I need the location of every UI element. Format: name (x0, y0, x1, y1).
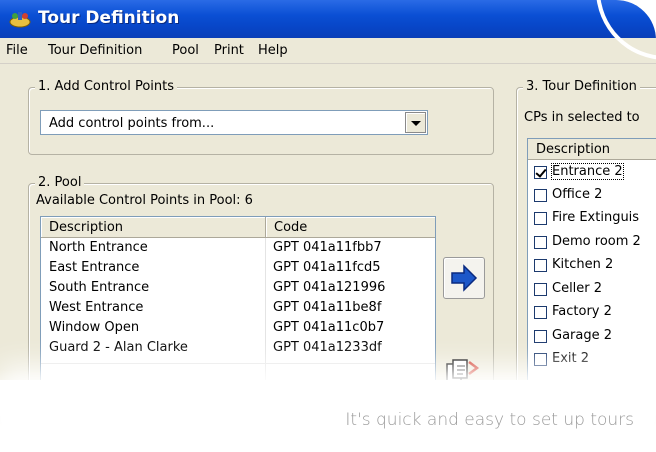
table-row[interactable]: Window Open GPT 041a11c0b7 (41, 319, 435, 336)
tour-app-icon (9, 12, 31, 28)
row-description: South Entrance (49, 280, 150, 295)
list-item[interactable]: Factory 2 (534, 303, 656, 325)
caption-text: It's quick and easy to set up tours (345, 410, 634, 430)
table-row[interactable]: West Entrance GPT 041a11be8f (41, 299, 435, 316)
checkbox[interactable] (534, 236, 547, 249)
checkbox[interactable] (534, 166, 547, 179)
row-code: GPT 041a11fbb7 (273, 240, 382, 255)
title-bar[interactable]: Tour Definition (0, 0, 656, 38)
grid-line (41, 363, 435, 364)
tour-definition-title: 3. Tour Definition (523, 79, 640, 94)
list-item-label: Exit 2 (552, 351, 590, 366)
list-item[interactable]: Garage 2 (534, 327, 656, 349)
menu-print[interactable]: Print (214, 43, 244, 58)
list-item[interactable]: Exit 2 (534, 350, 656, 372)
row-code: GPT 041a121996 (273, 280, 386, 295)
checkbox[interactable] (534, 259, 547, 272)
row-code: GPT 041a11be8f (273, 300, 382, 315)
window-title: Tour Definition (38, 8, 180, 28)
row-description: East Entrance (49, 260, 140, 275)
row-description: Window Open (49, 320, 140, 335)
available-count-label: Available Control Points in Pool: 6 (36, 193, 253, 208)
list-item[interactable]: Entrance 2 (534, 163, 656, 185)
table-row[interactable]: South Entrance GPT 041a121996 (41, 279, 435, 296)
table-row[interactable]: East Entrance GPT 041a11fcd5 (41, 259, 435, 276)
list-item[interactable]: Kitchen 2 (534, 256, 656, 278)
list-item[interactable]: Demo room 2 (534, 233, 656, 255)
table-row[interactable]: Guard 2 - Alan Clarke GPT 041a1233df (41, 339, 435, 356)
list-item-label: Entrance 2 (551, 163, 624, 180)
row-code: GPT 041a11c0b7 (273, 320, 385, 335)
pool-title: 2. Pool (35, 175, 85, 190)
arrow-right-icon (451, 264, 478, 292)
cps-selected-label: CPs in selected to (524, 110, 640, 125)
column-header-description[interactable]: Description (41, 217, 266, 238)
menu-bar: File Tour Definition Pool Print Help (0, 38, 656, 64)
row-description: North Entrance (49, 240, 148, 255)
checkbox[interactable] (534, 353, 547, 366)
list-item[interactable]: Office 2 (534, 186, 656, 208)
list-item-label: Garage 2 (552, 328, 613, 343)
tour-checklist[interactable]: Description Entrance 2 Office 2 Fire Ext… (527, 138, 656, 398)
menu-tour-definition[interactable]: Tour Definition (48, 43, 142, 58)
checkbox[interactable] (534, 283, 547, 296)
add-to-tour-button[interactable] (443, 257, 485, 299)
row-code: GPT 041a1233df (273, 340, 382, 355)
row-code: GPT 041a11fcd5 (273, 260, 381, 275)
menu-help[interactable]: Help (258, 43, 288, 58)
list-item[interactable]: Fire Extinguis (534, 209, 656, 231)
add-control-points-title: 1. Add Control Points (35, 79, 178, 94)
list-item[interactable]: Celler 2 (534, 280, 656, 302)
checkbox[interactable] (534, 189, 547, 202)
add-control-points-combo[interactable]: Add control points from... (40, 110, 428, 135)
column-header-code[interactable]: Code (266, 217, 435, 238)
list-item-label: Kitchen 2 (552, 257, 614, 272)
table-row[interactable]: North Entrance GPT 041a11fbb7 (41, 239, 435, 256)
chevron-down-icon[interactable] (405, 112, 426, 133)
menu-file[interactable]: File (6, 43, 28, 58)
row-description: West Entrance (49, 300, 144, 315)
list-item-label: Celler 2 (552, 281, 603, 296)
row-description: Guard 2 - Alan Clarke (49, 340, 188, 355)
list-item-label: Factory 2 (552, 304, 612, 319)
checkbox[interactable] (534, 306, 547, 319)
list-item-label: Office 2 (552, 187, 603, 202)
combo-value: Add control points from... (49, 116, 215, 131)
checkbox[interactable] (534, 330, 547, 343)
list-item-label: Demo room 2 (552, 234, 641, 249)
checkbox[interactable] (534, 212, 547, 225)
column-header-description[interactable]: Description (528, 139, 656, 160)
list-item-label: Fire Extinguis (552, 210, 640, 225)
menu-pool[interactable]: Pool (172, 43, 199, 58)
